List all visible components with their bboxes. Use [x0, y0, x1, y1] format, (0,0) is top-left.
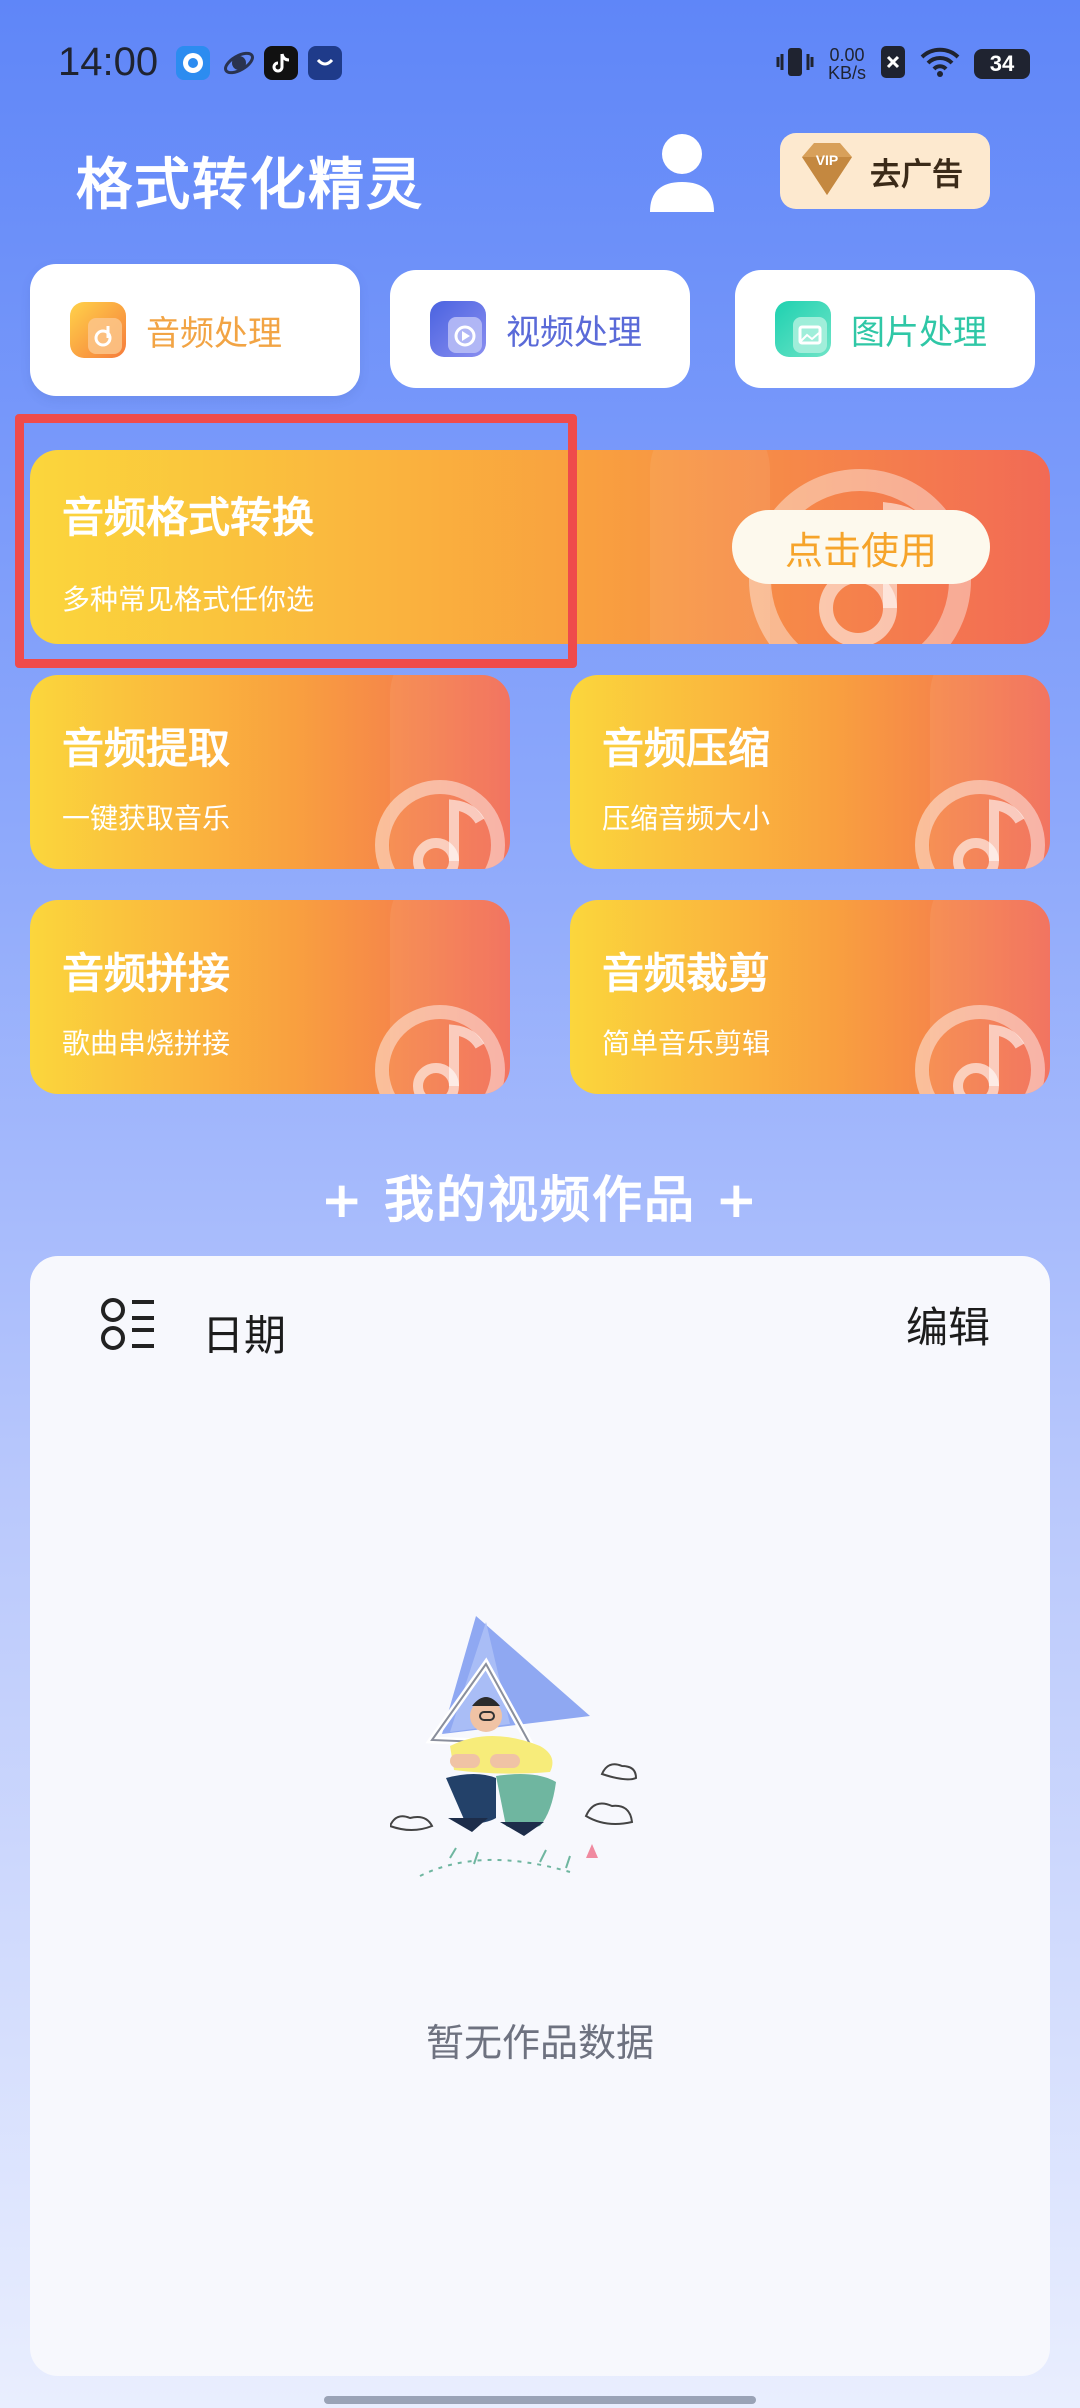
battery-indicator: 34: [974, 49, 1030, 79]
tab-video-label: 视频处理: [506, 312, 642, 353]
video-file-icon: [430, 301, 486, 357]
user-avatar-icon[interactable]: [648, 132, 716, 216]
audio-compress-card[interactable]: 音频压缩 压缩音频大小: [570, 675, 1050, 869]
net-speed-unit: KB/s: [827, 63, 866, 83]
audio-file-icon: [70, 302, 126, 358]
highlight-box: [15, 414, 577, 668]
net-speed-value: 0.00: [829, 45, 865, 65]
audio-compress-subtitle: 压缩音频大小: [602, 802, 771, 835]
tab-audio[interactable]: 音频处理: [30, 264, 360, 396]
home-indicator[interactable]: [324, 2396, 756, 2404]
hang-glider-illustration: [388, 1596, 710, 1956]
list-sort-icon[interactable]: [100, 1296, 156, 1352]
audio-merge-subtitle: 歌曲串烧拼接: [62, 1027, 231, 1060]
audio-merge-title: 音频拼接: [62, 949, 231, 998]
audio-trim-subtitle: 简单音乐剪辑: [602, 1027, 771, 1060]
qq-browser-icon: [176, 46, 210, 80]
audio-merge-card[interactable]: 音频拼接 歌曲串烧拼接: [30, 900, 510, 1094]
audio-extract-title: 音频提取: [62, 724, 231, 773]
app-title: 格式转化精灵: [76, 153, 424, 218]
music-note-icon: [910, 990, 1050, 1094]
image-file-icon: [775, 301, 831, 357]
music-note-icon: [910, 765, 1050, 869]
audio-compress-title: 音频压缩: [602, 724, 771, 773]
planet-app-icon: [222, 46, 256, 80]
music-note-icon: [370, 765, 510, 869]
audio-trim-card[interactable]: 音频裁剪 简单音乐剪辑: [570, 900, 1050, 1094]
net-speed: 0.00 KB/s: [828, 46, 866, 82]
click-to-use-button[interactable]: 点击使用: [732, 510, 990, 584]
sim-off-icon: [880, 45, 906, 83]
audio-extract-card[interactable]: 音频提取 一键获取音乐: [30, 675, 510, 869]
music-note-icon: [370, 990, 510, 1094]
audio-trim-title: 音频裁剪: [602, 949, 771, 998]
tab-image[interactable]: 图片处理: [735, 270, 1035, 388]
tab-video[interactable]: 视频处理: [390, 270, 690, 388]
empty-works-text: 暂无作品数据: [425, 2021, 654, 2065]
status-time: 14:00: [58, 40, 159, 84]
tiktok-icon: [264, 46, 298, 80]
wifi-icon: [920, 46, 960, 82]
vip-diamond-icon: VIP: [794, 139, 860, 203]
tab-audio-label: 音频处理: [146, 313, 282, 354]
status-bar: 14:00 0.00 KB/s 34: [0, 0, 1080, 120]
status-right: 0.00 KB/s 34: [776, 40, 1030, 88]
remove-ads-label: 去广告: [870, 156, 963, 193]
vibrate-icon: [776, 44, 814, 84]
audio-extract-subtitle: 一键获取音乐: [62, 802, 231, 835]
tab-image-label: 图片处理: [851, 312, 987, 353]
sort-by-date-label[interactable]: 日期: [202, 1302, 286, 1363]
works-panel: 日期 编辑 暂无作品数据: [30, 1256, 1050, 2376]
shopping-bag-icon: [308, 46, 342, 80]
vip-badge-text: VIP: [816, 152, 839, 168]
my-works-title: + 我的视频作品 +: [320, 1171, 760, 1229]
edit-button[interactable]: 编辑: [906, 1294, 990, 1355]
remove-ads-button[interactable]: VIP 去广告: [780, 133, 990, 209]
